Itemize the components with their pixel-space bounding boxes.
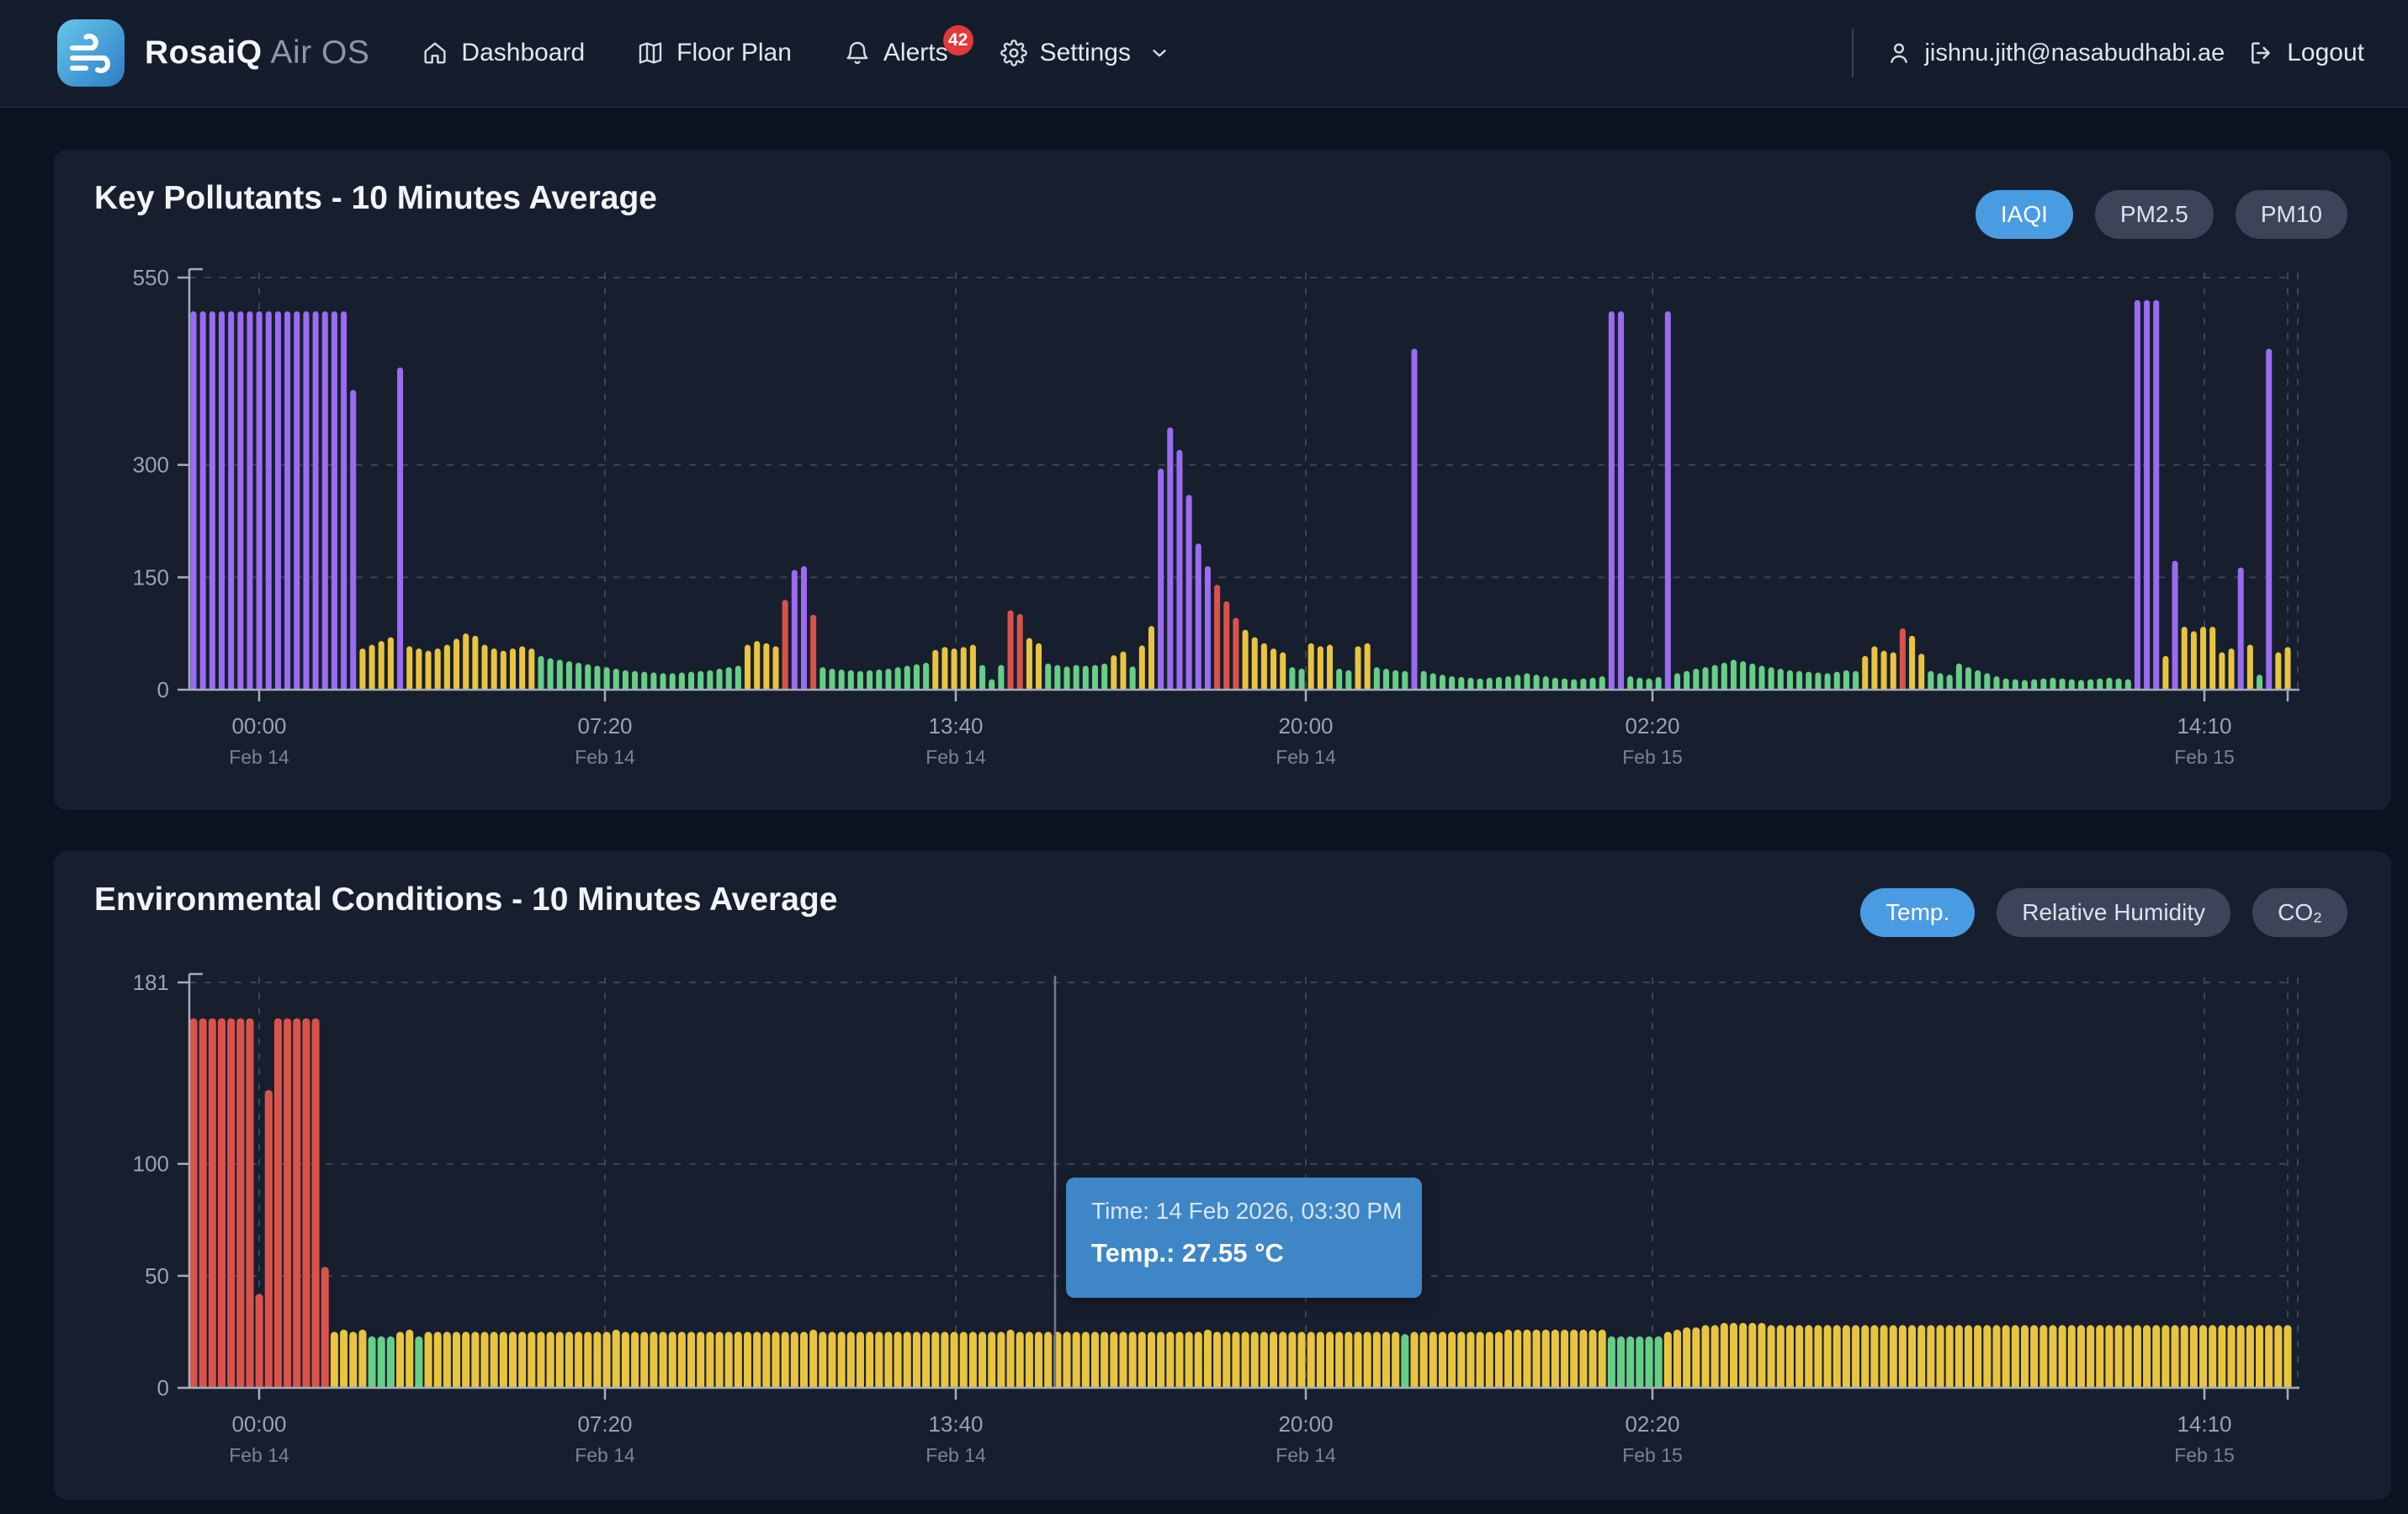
- environmental-conditions-chart[interactable]: 0 50 100 181 00:00 Feb 14 07:20 Feb 14 13:40 Feb …: [54, 851, 2391, 1500]
- svg-text:Feb 14: Feb 14: [1276, 746, 1336, 768]
- user-account[interactable]: jishnu.jith@nasabudhabi.ae: [1886, 40, 2225, 67]
- axis-labels: 0 150 300 550 00:00 Feb 14 07:20 Feb 14 13:40 Feb…: [133, 265, 2235, 768]
- toggle-temp-[interactable]: Temp.: [1860, 888, 1975, 937]
- svg-text:00:00: 00:00: [231, 713, 286, 738]
- svg-text:0: 0: [157, 1375, 169, 1400]
- brand-name: RosaiQ: [145, 34, 263, 71]
- card-title: Key Pollutants - 10 Minutes Average: [94, 180, 657, 217]
- svg-text:100: 100: [133, 1151, 169, 1177]
- svg-text:300: 300: [133, 453, 169, 478]
- svg-text:13:40: 13:40: [928, 713, 983, 738]
- alerts-count-badge: 42: [943, 25, 973, 56]
- svg-text:Feb 15: Feb 15: [1622, 1444, 1683, 1466]
- nav-item-dashboard[interactable]: Dashboard: [422, 39, 585, 67]
- svg-text:Feb 14: Feb 14: [229, 1444, 289, 1466]
- tooltip-time: Time: 14 Feb 2026, 03:30 PM: [1091, 1198, 1422, 1225]
- svg-text:20:00: 20:00: [1278, 713, 1333, 738]
- header-right: jishnu.jith@nasabudhabi.ae Logout: [1852, 29, 2364, 77]
- user-email: jishnu.jith@nasabudhabi.ae: [1924, 40, 2225, 67]
- pollutant-toggle-group: IAQI PM2.5 PM10: [1976, 190, 2347, 239]
- toggle-relative-humidity[interactable]: Relative Humidity: [1997, 888, 2230, 937]
- nav-label: Floor Plan: [676, 39, 792, 67]
- svg-text:Feb 15: Feb 15: [2174, 1444, 2235, 1466]
- bell-icon: [844, 40, 871, 66]
- toggle-pm10[interactable]: PM10: [2236, 190, 2347, 239]
- top-nav-bar: RosaiQAir OS Dashboard Floor Plan Alerts…: [0, 0, 2408, 108]
- nav-item-alerts[interactable]: Alerts 42: [844, 39, 948, 67]
- svg-text:Feb 14: Feb 14: [575, 746, 635, 768]
- tooltip-value: Temp.: 27.55 °C: [1091, 1238, 1422, 1268]
- home-icon: [422, 40, 448, 66]
- gridlines: [189, 273, 2298, 690]
- svg-text:Feb 14: Feb 14: [575, 1444, 635, 1466]
- svg-text:181: 181: [133, 970, 169, 995]
- key-pollutants-card: 0 150 300 550 00:00 Feb 14 07:20 Feb 14 13:40 Feb…: [54, 150, 2391, 810]
- nav-item-floor-plan[interactable]: Floor Plan: [637, 39, 792, 67]
- svg-text:13:40: 13:40: [928, 1411, 983, 1437]
- app-logo-wind-icon: [57, 19, 125, 87]
- app-title: RosaiQAir OS: [145, 34, 369, 71]
- svg-text:Feb 15: Feb 15: [1622, 746, 1683, 768]
- toggle-pm2-5[interactable]: PM2.5: [2095, 190, 2214, 239]
- logout-icon: [2248, 40, 2275, 66]
- svg-text:Feb 14: Feb 14: [926, 746, 986, 768]
- chart-tooltip: Time: 14 Feb 2026, 03:30 PM Temp.: 27.55…: [1066, 1178, 1422, 1298]
- chevron-down-icon: [1148, 42, 1170, 64]
- svg-text:02:20: 02:20: [1625, 1411, 1679, 1437]
- svg-text:20:00: 20:00: [1278, 1411, 1333, 1437]
- logout-button[interactable]: Logout: [2248, 39, 2364, 67]
- environmental-conditions-card: 0 50 100 181 00:00 Feb 14 07:20 Feb 14 13:40 Feb …: [54, 851, 2391, 1500]
- svg-text:14:10: 14:10: [2177, 713, 2231, 738]
- nav-label: Alerts: [883, 39, 948, 67]
- svg-text:Feb 15: Feb 15: [2174, 746, 2235, 768]
- gear-icon: [1000, 40, 1027, 66]
- nav-label: Dashboard: [461, 39, 585, 67]
- svg-text:Feb 14: Feb 14: [229, 746, 289, 768]
- map-icon: [637, 40, 664, 66]
- nav-label: Settings: [1040, 39, 1131, 67]
- svg-text:50: 50: [145, 1263, 169, 1289]
- toggle-iaqi[interactable]: IAQI: [1976, 190, 2073, 239]
- logout-label: Logout: [2287, 39, 2364, 67]
- user-icon: [1886, 40, 1912, 66]
- svg-text:07:20: 07:20: [577, 1411, 632, 1437]
- brand-suffix: Air OS: [271, 34, 370, 71]
- toggle-co-[interactable]: CO₂: [2252, 888, 2347, 937]
- svg-text:00:00: 00:00: [231, 1411, 286, 1437]
- chart-bars: [191, 300, 2291, 696]
- key-pollutants-chart[interactable]: 0 150 300 550 00:00 Feb 14 07:20 Feb 14 13:40 Feb…: [54, 150, 2391, 810]
- svg-text:14:10: 14:10: [2177, 1411, 2231, 1437]
- card-title: Environmental Conditions - 10 Minutes Av…: [94, 881, 837, 918]
- main-nav: Dashboard Floor Plan Alerts 42 Settings: [422, 39, 1170, 67]
- nav-item-settings[interactable]: Settings: [1000, 39, 1170, 67]
- svg-text:550: 550: [133, 265, 169, 290]
- svg-text:Feb 14: Feb 14: [926, 1444, 986, 1466]
- svg-text:02:20: 02:20: [1625, 713, 1679, 738]
- svg-text:0: 0: [157, 677, 169, 702]
- svg-text:Feb 14: Feb 14: [1276, 1444, 1336, 1466]
- environment-toggle-group: Temp. Relative Humidity CO₂: [1860, 888, 2347, 937]
- header-divider: [1852, 29, 1854, 77]
- svg-text:07:20: 07:20: [577, 713, 632, 738]
- svg-text:150: 150: [133, 564, 169, 590]
